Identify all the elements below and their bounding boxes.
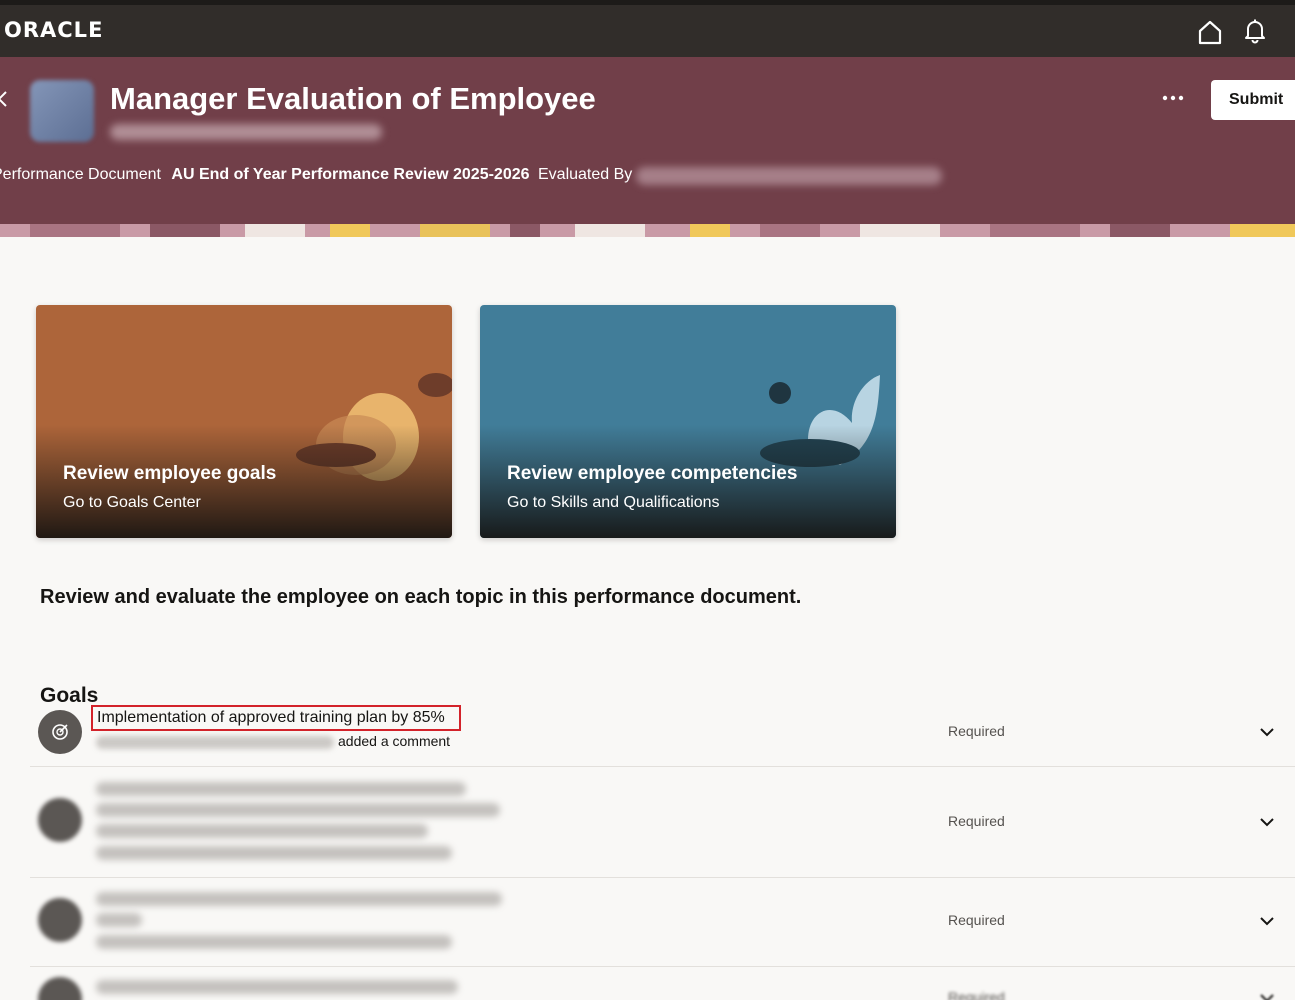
chevron-down-icon[interactable] — [1259, 993, 1275, 1000]
header-decorative-pattern — [0, 224, 1295, 237]
goal-status: Required — [948, 723, 1005, 739]
target-icon — [38, 898, 82, 942]
target-icon — [38, 977, 82, 1000]
oracle-logo[interactable]: ORACLE — [4, 18, 103, 42]
goal-title-redacted — [96, 782, 466, 796]
goal-title[interactable]: Implementation of approved training plan… — [91, 705, 461, 731]
bell-icon[interactable] — [1242, 18, 1268, 44]
page-header: Manager Evaluation of Employee Submit Pe… — [0, 57, 1295, 237]
evaluated-by-info: Evaluated By — [538, 166, 632, 184]
performance-document-value: AU End of Year Performance Review 2025-2… — [171, 166, 530, 183]
page-title: Manager Evaluation of Employee — [110, 81, 596, 116]
back-icon[interactable] — [0, 89, 10, 109]
chevron-down-icon[interactable] — [1259, 817, 1275, 827]
more-icon[interactable] — [1160, 91, 1186, 105]
chevron-down-icon[interactable] — [1259, 916, 1275, 926]
review-competencies-card[interactable]: Review employee competencies Go to Skill… — [480, 305, 896, 538]
goals-heading: Goals — [40, 684, 99, 707]
commenter-name-redacted — [96, 736, 334, 749]
goal-title-redacted — [96, 892, 502, 906]
home-icon[interactable] — [1197, 19, 1223, 45]
performance-document-label: Performance Document — [0, 166, 161, 183]
evaluated-by-label: Evaluated By — [538, 166, 633, 183]
goal-row[interactable]: Implementation of approved training plan… — [30, 705, 1295, 767]
submit-button[interactable]: Submit — [1211, 80, 1295, 120]
performance-document-info: Performance Document AU End of Year Perf… — [0, 166, 530, 184]
employee-avatar — [30, 80, 94, 142]
goal-row[interactable]: Required — [30, 767, 1295, 878]
top-bar: ORACLE — [0, 0, 1295, 57]
goal-row[interactable]: Required — [30, 967, 1295, 1000]
goals-card-subtitle[interactable]: Go to Goals Center — [63, 494, 201, 512]
goal-status: Required — [948, 912, 1005, 928]
goals-card-title: Review employee goals — [63, 463, 277, 484]
competencies-card-subtitle[interactable]: Go to Skills and Qualifications — [507, 494, 720, 512]
employee-name-redacted — [110, 124, 382, 140]
goal-row[interactable]: Required — [30, 878, 1295, 967]
evaluator-name-redacted — [636, 167, 942, 185]
goal-title-redacted — [96, 980, 458, 994]
instructions-text: Review and evaluate the employee on each… — [40, 586, 802, 608]
goal-comment-suffix: added a comment — [338, 733, 451, 749]
goal-status: Required — [948, 813, 1005, 829]
goal-status: Required — [948, 989, 1005, 1000]
target-icon — [38, 798, 82, 842]
competencies-card-title: Review employee competencies — [507, 463, 798, 484]
review-goals-card[interactable]: Review employee goals Go to Goals Center — [36, 305, 452, 538]
chevron-down-icon[interactable] — [1259, 727, 1275, 737]
target-icon — [38, 710, 82, 754]
